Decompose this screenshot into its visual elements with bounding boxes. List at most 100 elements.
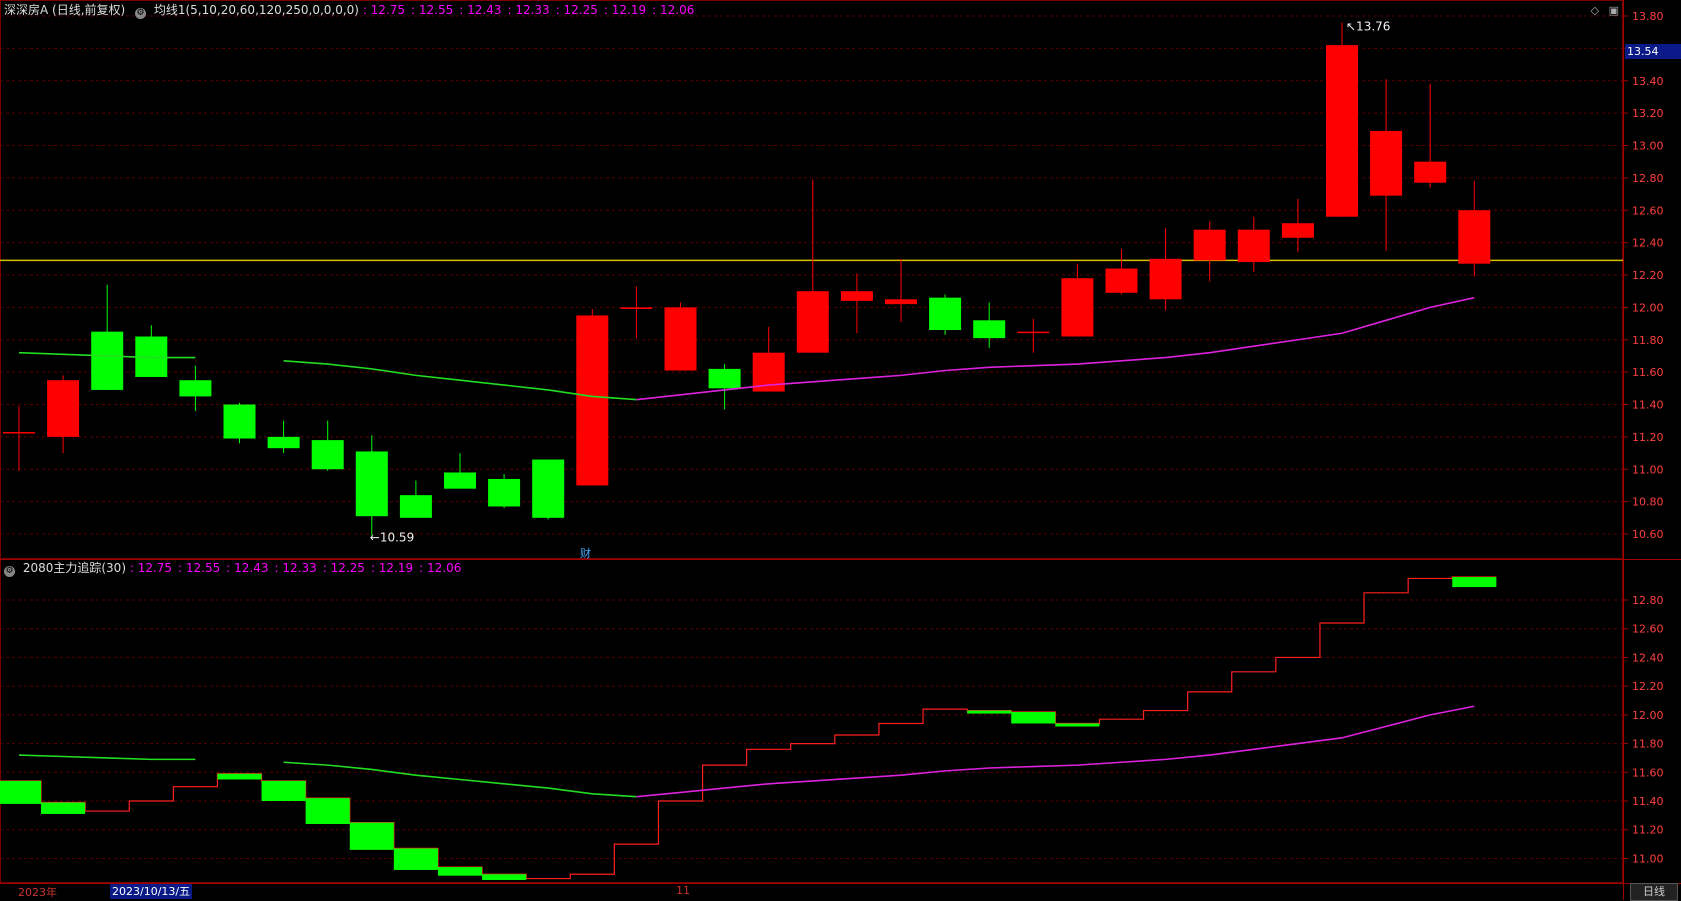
trend-block bbox=[349, 822, 394, 850]
axis-tick-label: 10.80 bbox=[1632, 496, 1664, 509]
diamond-icon[interactable]: ◇ bbox=[1591, 4, 1599, 17]
trend-block bbox=[0, 780, 42, 804]
candle-body bbox=[488, 478, 521, 507]
candle-body bbox=[1061, 278, 1094, 337]
candle-body bbox=[47, 380, 80, 437]
axis-tick-label: 12.80 bbox=[1632, 172, 1664, 185]
trend-block bbox=[967, 710, 1012, 714]
candle-body bbox=[1105, 268, 1138, 293]
trend-block bbox=[261, 780, 306, 802]
candle-body bbox=[532, 459, 565, 518]
axis-tick-label: 11.60 bbox=[1632, 366, 1664, 379]
ma-value: : 12.19 bbox=[603, 3, 647, 17]
trend-block bbox=[482, 874, 527, 880]
axis-tick-label: 13.40 bbox=[1632, 75, 1664, 88]
axis-tick-label: 10.60 bbox=[1632, 528, 1664, 541]
candle-body bbox=[620, 307, 653, 309]
window-restore-icon[interactable]: ▣ bbox=[1609, 4, 1619, 17]
ma-value: : 12.06 bbox=[652, 3, 695, 17]
axis-tick-label: 12.40 bbox=[1632, 651, 1664, 664]
trend-block bbox=[1452, 577, 1497, 588]
candle-body bbox=[1326, 45, 1358, 217]
ma-values: : 12.75: 12.55: 12.43: 12.33: 12.25: 12.… bbox=[363, 3, 701, 17]
axis-tick-label: 11.00 bbox=[1632, 852, 1664, 865]
ma-value: : 12.19 bbox=[370, 561, 414, 575]
candle-body bbox=[355, 451, 388, 517]
month-label: 11 bbox=[676, 884, 690, 897]
axis-tick-label: 12.00 bbox=[1632, 301, 1664, 314]
candle-body bbox=[444, 472, 476, 489]
candle-body bbox=[179, 380, 212, 397]
axis-tick-label: 13.00 bbox=[1632, 140, 1664, 153]
candle-body bbox=[973, 320, 1006, 339]
axis-tick-label: 12.60 bbox=[1632, 623, 1664, 636]
chart-canvas[interactable]: 13.8013.6013.4013.2013.0012.8012.6012.40… bbox=[0, 0, 1681, 900]
axis-tick-label: 11.40 bbox=[1632, 795, 1664, 808]
ma-value: : 12.25 bbox=[555, 3, 598, 17]
candle-body bbox=[1017, 331, 1050, 334]
trend-block bbox=[217, 773, 262, 780]
trend-step-line bbox=[0, 576, 1497, 880]
high-price-marker: ↖13.76 bbox=[1346, 19, 1390, 33]
ma-value: : 12.75 bbox=[362, 3, 406, 17]
ma-value: : 12.33 bbox=[507, 3, 550, 17]
candle-body bbox=[1370, 130, 1403, 196]
period-button[interactable]: 日线 bbox=[1630, 883, 1678, 901]
indicator-label[interactable]: 2080主力追踪(30) bbox=[23, 561, 126, 575]
candle-body bbox=[1149, 258, 1182, 300]
gear-icon[interactable]: ⚙ bbox=[135, 8, 147, 19]
axis-tick-label: 11.40 bbox=[1632, 399, 1664, 412]
candle-body bbox=[796, 291, 829, 353]
candle-body bbox=[3, 432, 35, 434]
trend-block bbox=[305, 798, 350, 824]
finance-marker[interactable]: 财 bbox=[580, 545, 591, 561]
axis-tick-label: 11.00 bbox=[1632, 463, 1664, 476]
axis-tick-label: 12.80 bbox=[1632, 594, 1664, 607]
axis-tick-label: 11.20 bbox=[1632, 431, 1664, 444]
candle-body bbox=[1458, 210, 1491, 264]
low-price-marker: ←10.59 bbox=[370, 531, 414, 545]
current-price-badge: 13.54 bbox=[1625, 44, 1681, 59]
trend-block bbox=[41, 802, 86, 814]
axis-tick-label: 12.00 bbox=[1632, 709, 1664, 722]
ma-value: : 12.06 bbox=[419, 561, 462, 575]
ma-value: : 12.75 bbox=[129, 561, 173, 575]
ma-value: : 12.43 bbox=[226, 561, 269, 575]
trend-block bbox=[1011, 712, 1056, 724]
axis-tick-label: 12.20 bbox=[1632, 269, 1664, 282]
window-controls: ◇ ▣ bbox=[1585, 4, 1619, 17]
ma-value: : 12.33 bbox=[274, 561, 317, 575]
axis-tick-label: 13.20 bbox=[1632, 107, 1664, 120]
ma-value: : 12.25 bbox=[322, 561, 365, 575]
axis-tick-label: 11.60 bbox=[1632, 766, 1664, 779]
candle-body bbox=[576, 315, 609, 486]
trend-block bbox=[393, 848, 438, 870]
trend-block bbox=[1055, 723, 1100, 727]
candle-body bbox=[91, 331, 124, 390]
main-panel-frame bbox=[0, 0, 1623, 559]
ma-value: : 12.55 bbox=[178, 561, 221, 575]
axis-tick-label: 13.80 bbox=[1632, 10, 1664, 23]
stock-title[interactable]: 深深房A (日线,前复权) bbox=[4, 3, 125, 17]
sub-ma-line-green bbox=[18, 754, 196, 761]
sub-panel-frame bbox=[0, 559, 1623, 883]
candle-body bbox=[311, 440, 344, 470]
candle-body bbox=[664, 307, 697, 371]
ma-value: : 12.55 bbox=[411, 3, 454, 17]
candle-body bbox=[1281, 223, 1314, 238]
gear-icon[interactable]: ⚙ bbox=[4, 566, 15, 577]
main-chart-header: 深深房A (日线,前复权) ⚙ 均线1(5,10,20,60,120,250,0… bbox=[4, 2, 701, 19]
candle-body bbox=[1414, 161, 1447, 183]
candle-body bbox=[885, 299, 917, 305]
trend-block bbox=[437, 867, 483, 876]
candle-body bbox=[708, 368, 741, 389]
axis-tick-label: 11.20 bbox=[1632, 824, 1664, 837]
crosshair-date-label: 2023/10/13/五 bbox=[110, 884, 193, 899]
candle-body bbox=[1237, 229, 1270, 263]
axis-tick-label: 12.60 bbox=[1632, 204, 1664, 217]
ma-indicator-label[interactable]: 均线1(5,10,20,60,120,250,0,0,0,0) bbox=[154, 3, 359, 17]
candle-body bbox=[840, 291, 873, 301]
axis-tick-label: 12.40 bbox=[1632, 237, 1664, 250]
sub-chart-header: ⚙ 2080主力追踪(30) : 12.75 : 12.55 : 12.43 : 12… bbox=[4, 560, 467, 577]
axis-tick-label: 12.20 bbox=[1632, 680, 1664, 693]
